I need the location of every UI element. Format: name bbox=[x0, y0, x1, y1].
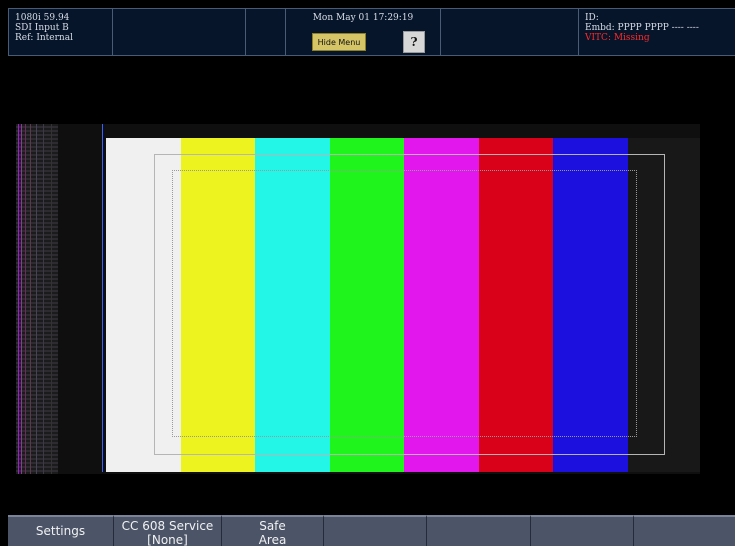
menu-button-6[interactable] bbox=[531, 515, 634, 546]
status-cell-3 bbox=[246, 9, 286, 55]
status-cell-2 bbox=[113, 9, 246, 55]
bottom-menu: Settings CC 608 Service [None] Safe Area bbox=[8, 515, 735, 546]
ancillary-trace bbox=[25, 124, 26, 474]
datetime: Mon May 01 17:29:19 bbox=[312, 13, 414, 23]
ancillary-trace bbox=[30, 124, 31, 474]
ancillary-trace bbox=[18, 124, 19, 474]
input-source: SDI Input B bbox=[15, 23, 69, 33]
picture-display bbox=[16, 124, 700, 474]
video-format: 1080i 59.94 bbox=[15, 13, 70, 23]
datetime-cell: Mon May 01 17:29:19 Hide Menu ? bbox=[286, 9, 441, 55]
status-header: 1080i 59.94 SDI Input B Ref: Internal Mo… bbox=[8, 8, 735, 56]
cursor-line bbox=[102, 124, 103, 472]
ancillary-trace bbox=[43, 124, 44, 474]
ancillary-trace bbox=[51, 124, 52, 474]
ancillary-data-region bbox=[16, 124, 58, 474]
hide-menu-button[interactable]: Hide Menu bbox=[312, 33, 366, 51]
reference-source: Ref: Internal bbox=[15, 33, 73, 43]
safe-title-area bbox=[172, 170, 637, 437]
id-label: ID: bbox=[585, 13, 599, 23]
help-button[interactable]: ? bbox=[403, 31, 425, 53]
metadata-info: ID: Embd: PPPP PPPP ---- ---- VITC: Miss… bbox=[579, 9, 735, 55]
menu-button-5[interactable] bbox=[427, 515, 531, 546]
menu-button-7[interactable] bbox=[634, 515, 735, 546]
signal-info: 1080i 59.94 SDI Input B Ref: Internal bbox=[8, 9, 113, 55]
cc608-service-button[interactable]: CC 608 Service [None] bbox=[114, 515, 222, 546]
ancillary-trace bbox=[36, 124, 37, 474]
settings-button[interactable]: Settings bbox=[8, 515, 114, 546]
vitc-status: VITC: Missing bbox=[585, 33, 650, 43]
embedded-audio: Embd: PPPP PPPP ---- ---- bbox=[585, 23, 699, 33]
ancillary-trace bbox=[21, 124, 22, 474]
status-cell-5 bbox=[441, 9, 579, 55]
safe-area-button[interactable]: Safe Area bbox=[222, 515, 324, 546]
menu-button-4[interactable] bbox=[324, 515, 427, 546]
